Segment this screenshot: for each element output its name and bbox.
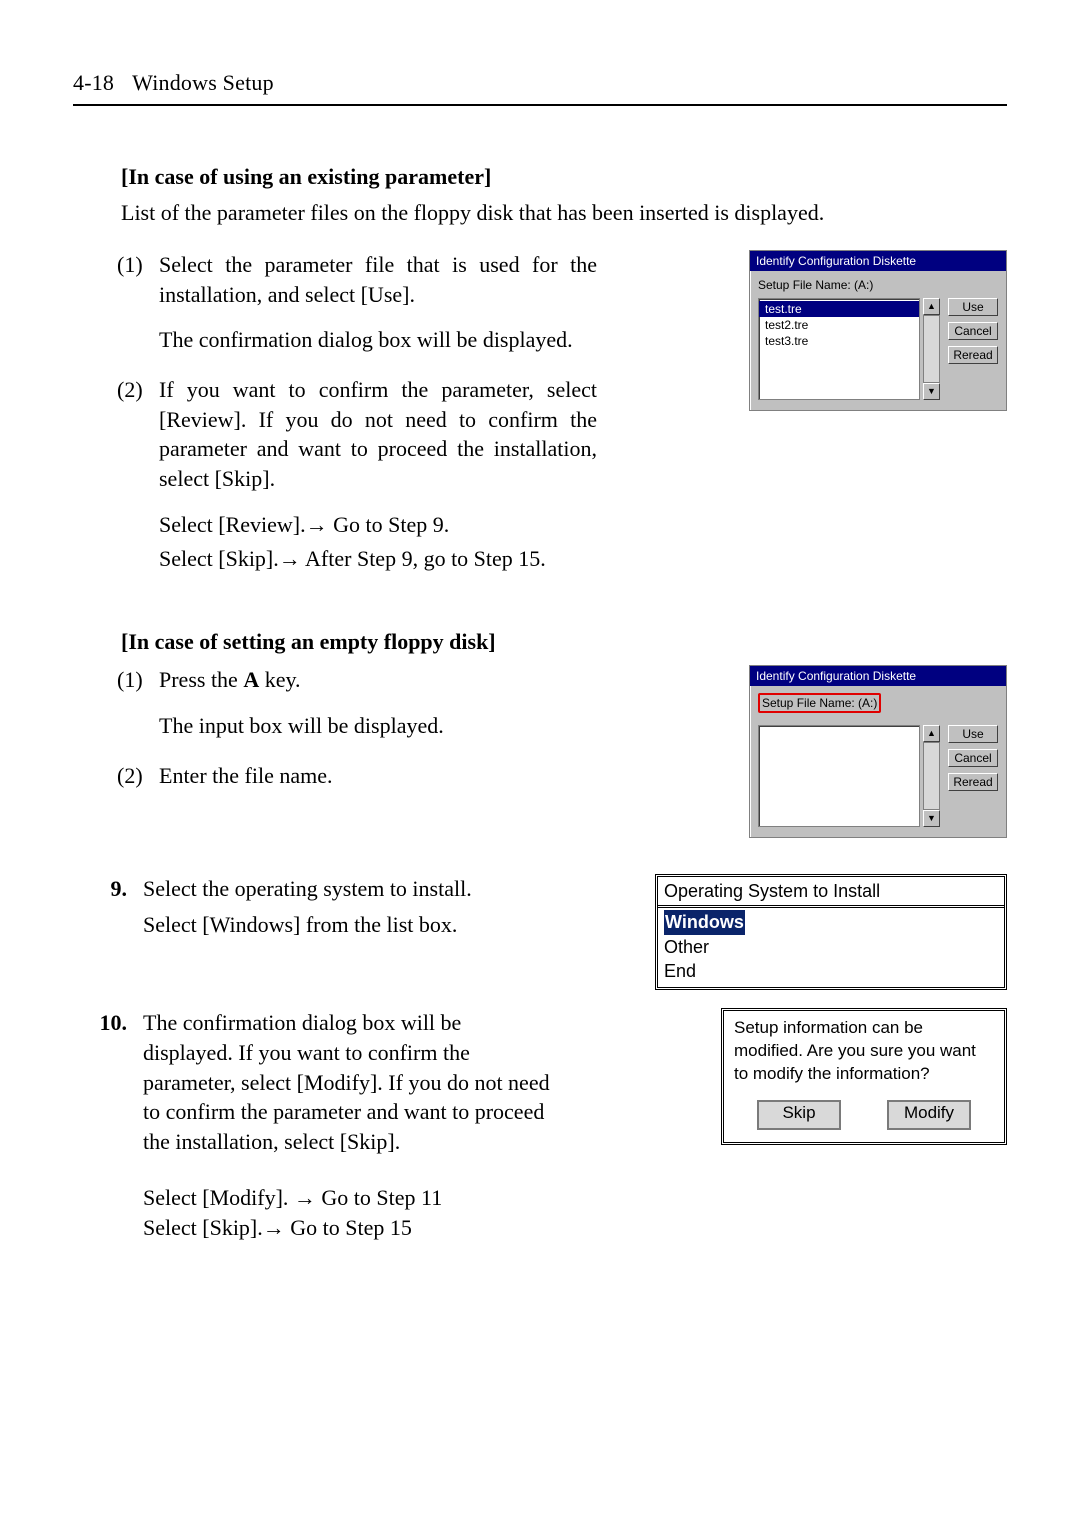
list-item-sub: The input box will be displayed.: [159, 711, 597, 741]
list-number: (1): [117, 250, 159, 355]
cancel-button[interactable]: Cancel: [948, 322, 998, 340]
scrollbar[interactable]: ▲ ▼: [923, 725, 940, 827]
step9-line2: Select [Windows] from the list box.: [143, 910, 553, 940]
section2-item-2: (2) Enter the file name.: [117, 761, 597, 791]
file-list[interactable]: test.tre test2.tre test3.tre: [758, 298, 920, 400]
section1-intro: List of the parameter files on the flopp…: [121, 200, 1007, 226]
modify-button[interactable]: Modify: [887, 1100, 971, 1130]
reread-button[interactable]: Reread: [948, 773, 998, 791]
file-list-empty[interactable]: [758, 725, 920, 827]
confirm-modify-dialog: Setup information can be modified. Are y…: [721, 1008, 1007, 1145]
dialog-titlebar: Identify Configuration Diskette: [750, 251, 1006, 271]
section2-item-1: (1) Press the A key. The input box will …: [117, 665, 597, 740]
step10-number: 10.: [73, 1008, 143, 1242]
identify-diskette-dialog-1: Identify Configuration Diskette Setup Fi…: [749, 250, 1007, 411]
header-rule: [73, 104, 1007, 106]
os-item-other[interactable]: Other: [664, 935, 998, 959]
section1-item-2: (2) If you want to confirm the parameter…: [117, 375, 597, 573]
setup-file-label-highlighted: Setup File Name: (A:): [758, 693, 881, 713]
page-number: 4-18: [73, 70, 114, 96]
use-button[interactable]: Use: [948, 298, 998, 316]
step9-number: 9.: [73, 874, 143, 990]
confirm-text: Setup information can be modified. Are y…: [734, 1017, 994, 1086]
file-item-selected[interactable]: test.tre: [759, 301, 919, 317]
step10-sub1: Select [Modify]. → Go to Step 11: [143, 1183, 553, 1213]
section1-item-1: (1) Select the parameter file that is us…: [117, 250, 597, 355]
os-install-listbox: Operating System to Install Windows Othe…: [655, 874, 1007, 990]
scroll-up-icon[interactable]: ▲: [923, 725, 940, 742]
scroll-down-icon[interactable]: ▼: [923, 810, 940, 827]
list-number: (1): [117, 665, 159, 740]
step10-text: The confirmation dialog box will be disp…: [143, 1008, 553, 1156]
list-item-text: Select the parameter file that is used f…: [159, 250, 597, 309]
dialog-titlebar: Identify Configuration Diskette: [750, 666, 1006, 686]
skip-button[interactable]: Skip: [757, 1100, 841, 1130]
cancel-button[interactable]: Cancel: [948, 749, 998, 767]
section2-heading: [In case of setting an empty floppy disk…: [121, 629, 1007, 655]
scroll-down-icon[interactable]: ▼: [923, 383, 940, 400]
identify-diskette-dialog-2: Identify Configuration Diskette Setup Fi…: [749, 665, 1007, 838]
step9-line1: Select the operating system to install.: [143, 874, 553, 904]
scroll-track[interactable]: [923, 742, 940, 810]
scrollbar[interactable]: ▲ ▼: [923, 298, 940, 400]
file-item[interactable]: test3.tre: [759, 333, 919, 349]
os-item-windows[interactable]: Windows: [664, 910, 745, 934]
step10-sub2: Select [Skip].→ Go to Step 15: [143, 1213, 553, 1243]
scroll-track[interactable]: [923, 315, 940, 383]
page-header: 4-18 Windows Setup: [73, 70, 1007, 96]
os-box-title: Operating System to Install: [658, 877, 1004, 908]
os-item-end[interactable]: End: [664, 959, 998, 983]
section1-heading: [In case of using an existing parameter]: [121, 164, 1007, 190]
page-title: Windows Setup: [132, 70, 274, 96]
list-item-sub2: Select [Skip].→ After Step 9, go to Step…: [159, 544, 597, 574]
list-item-text: Press the A key.: [159, 667, 301, 692]
use-button[interactable]: Use: [948, 725, 998, 743]
list-number: (2): [117, 375, 159, 573]
scroll-up-icon[interactable]: ▲: [923, 298, 940, 315]
list-number: (2): [117, 761, 159, 791]
list-item-text: Enter the file name.: [159, 761, 597, 791]
file-item[interactable]: test2.tre: [759, 317, 919, 333]
list-item-sub1: Select [Review].→ Go to Step 9.: [159, 510, 597, 540]
setup-file-label: Setup File Name: (A:): [758, 278, 998, 292]
list-item-text: If you want to confirm the parameter, se…: [159, 375, 597, 494]
reread-button[interactable]: Reread: [948, 346, 998, 364]
list-item-sub: The confirmation dialog box will be disp…: [159, 325, 597, 355]
